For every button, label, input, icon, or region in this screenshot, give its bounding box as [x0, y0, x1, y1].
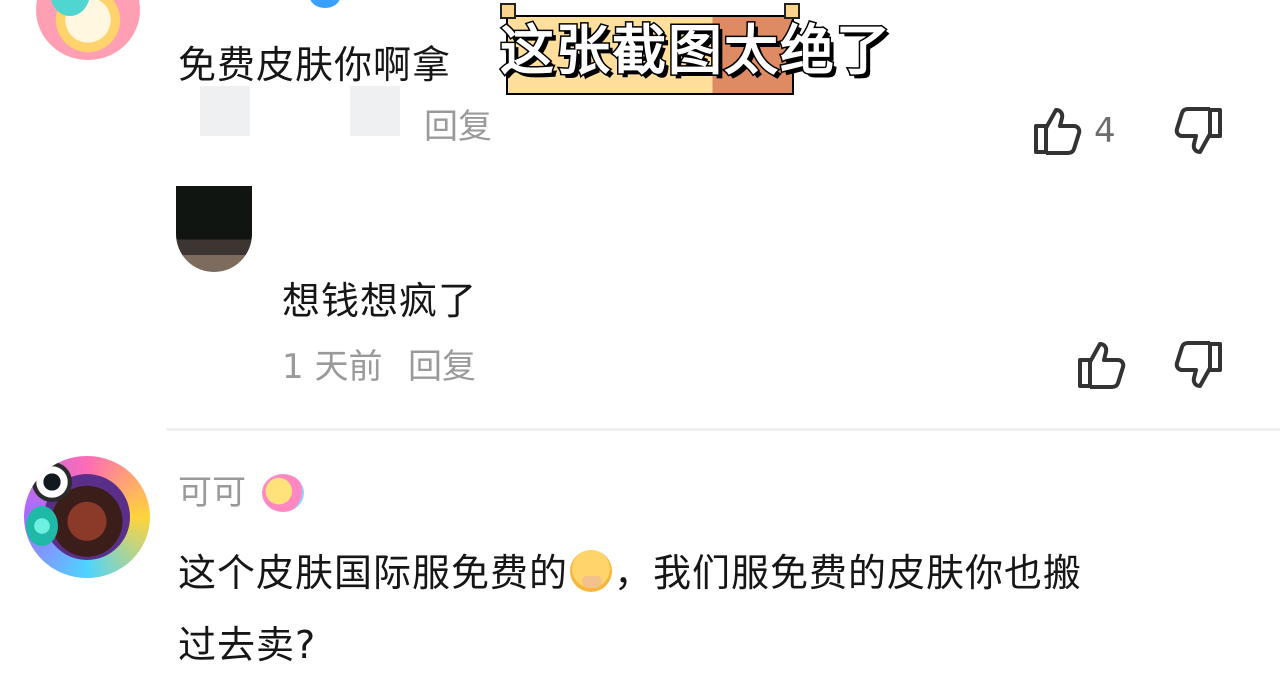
like-count: 4: [1094, 111, 1116, 151]
thumbs-up-icon: [1034, 108, 1082, 155]
user-badge-icon: [262, 474, 304, 512]
divider: [166, 428, 1280, 431]
thumbs-down-icon: [1174, 341, 1222, 388]
blurred-region: [200, 86, 250, 136]
avatar-orb: [26, 506, 58, 546]
blurred-region: [350, 86, 400, 136]
avatar-hair: [50, 0, 90, 16]
comment-text: 免费皮肤你啊拿: [178, 43, 452, 87]
username[interactable]: 可可: [178, 476, 246, 510]
avatar[interactable]: [24, 456, 150, 578]
comment-text-part: 这个皮肤国际服免费的: [178, 551, 569, 595]
dislike-button[interactable]: [1172, 104, 1226, 158]
reply-button[interactable]: 回复: [408, 350, 476, 384]
comment-text: 这个皮肤国际服免费的 ，我们服免费的皮肤你也搬: [178, 550, 1082, 592]
caption-handle: [500, 3, 516, 19]
like-button[interactable]: [1030, 104, 1084, 158]
avatar[interactable]: [176, 186, 252, 272]
dislike-button[interactable]: [1172, 338, 1226, 392]
comment-text: 想钱想疯了: [282, 279, 478, 323]
avatar[interactable]: [36, 0, 140, 60]
thumbs-down-icon: [1174, 107, 1222, 154]
caption-handle: [784, 3, 800, 19]
comment-time: 1 天前: [282, 347, 383, 387]
caption-text: 这张截图太绝了: [499, 19, 892, 82]
reply-button[interactable]: 回复: [424, 110, 492, 144]
comment-text-part: ，我们服免费的皮肤你也搬: [614, 551, 1083, 595]
thumbs-up-icon: [1078, 342, 1126, 389]
verified-badge-icon: [310, 0, 340, 8]
like-button[interactable]: [1074, 338, 1128, 392]
avatar-eye: [32, 462, 72, 502]
comment-text-line2: 过去卖?: [178, 623, 317, 667]
thinking-face-emoji: [570, 550, 613, 592]
